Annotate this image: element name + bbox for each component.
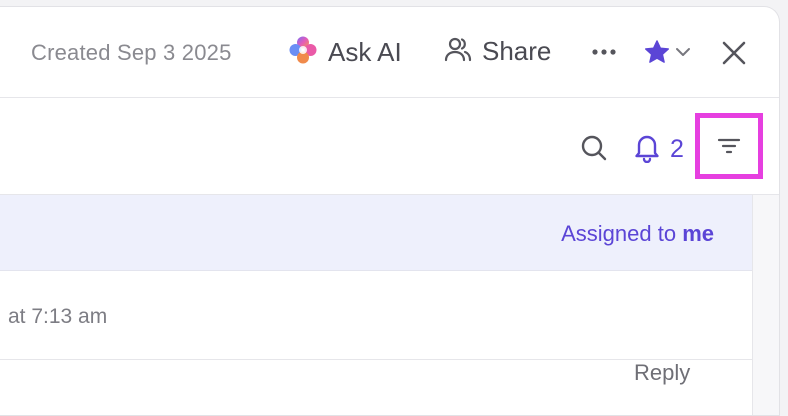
created-date: Created Sep 3 2025 bbox=[31, 40, 232, 65]
task-panel: Created Sep 3 2025 Ask AI Share 2 Assign… bbox=[0, 6, 780, 416]
favorite-button[interactable] bbox=[643, 38, 693, 71]
notifications-button[interactable]: 2 bbox=[632, 131, 684, 168]
search-button[interactable] bbox=[578, 132, 610, 164]
search-icon bbox=[578, 135, 610, 168]
comment-timestamp: at 7:13 am bbox=[8, 305, 108, 328]
share-people-icon bbox=[444, 35, 472, 68]
star-icon bbox=[643, 38, 671, 71]
comment-item: at 7:13 am bbox=[0, 271, 752, 360]
assigned-prefix: Assigned to bbox=[561, 221, 683, 246]
ask-ai-sparkle-icon bbox=[288, 35, 318, 70]
assigned-to-me-link[interactable]: Assigned to me bbox=[561, 221, 714, 247]
more-options-button[interactable] bbox=[590, 37, 620, 67]
share-label: Share bbox=[482, 36, 552, 66]
share-button[interactable]: Share bbox=[444, 35, 551, 68]
close-button[interactable] bbox=[720, 39, 748, 67]
filter-button[interactable] bbox=[695, 113, 763, 179]
assigned-emphasis: me bbox=[682, 221, 714, 246]
panel-header: Created Sep 3 2025 Ask AI Share bbox=[0, 7, 779, 98]
reply-button[interactable]: Reply bbox=[634, 360, 690, 386]
close-icon bbox=[720, 41, 748, 71]
bell-icon bbox=[632, 131, 662, 168]
chevron-down-icon bbox=[673, 42, 693, 67]
more-dots-icon bbox=[590, 49, 620, 71]
notification-count: 2 bbox=[670, 135, 684, 163]
ask-ai-label: Ask AI bbox=[328, 37, 402, 67]
ask-ai-button[interactable]: Ask AI bbox=[288, 35, 402, 70]
assigned-banner: Assigned to me bbox=[0, 195, 752, 271]
activity-toolbar: 2 bbox=[0, 98, 779, 195]
scrollbar-track[interactable] bbox=[752, 195, 779, 415]
